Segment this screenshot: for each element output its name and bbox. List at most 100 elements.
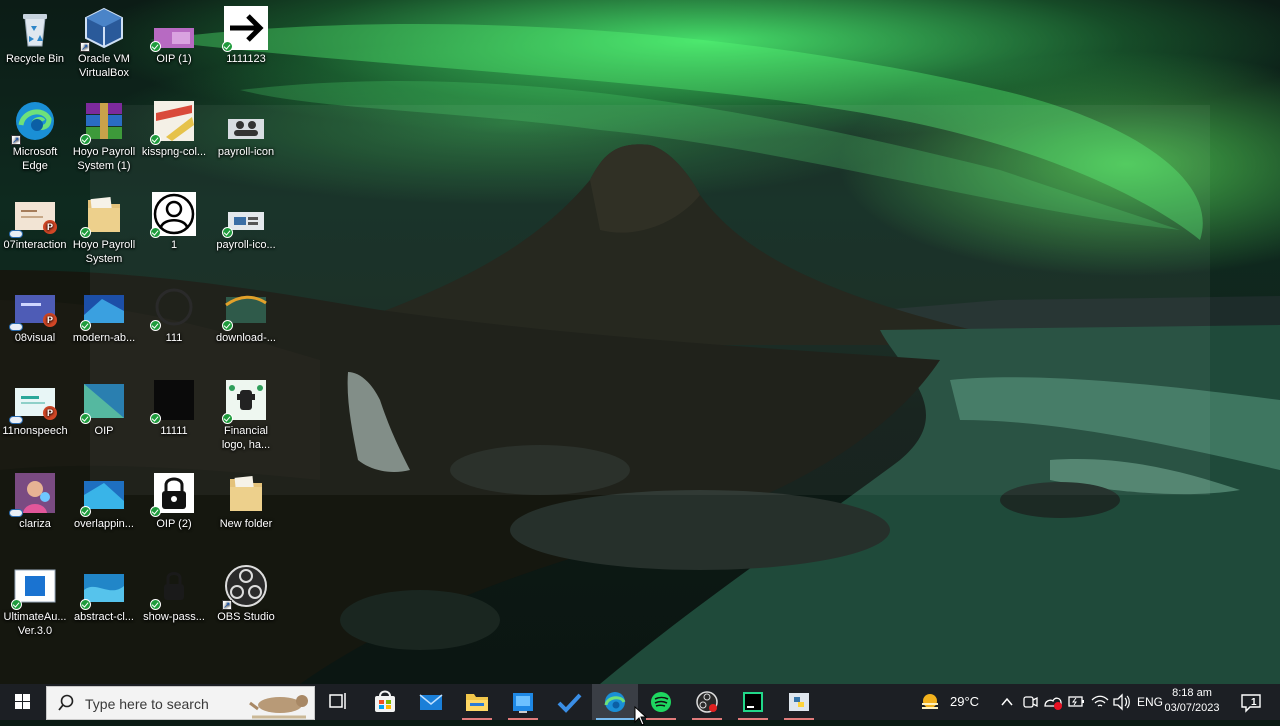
image-thumbnail-icon <box>80 285 126 331</box>
desktop-icon-overlappin[interactable]: overlappin... <box>68 471 140 531</box>
desktop-icon-11111[interactable]: 11111 <box>138 378 210 438</box>
desktop-icon-label: OIP (2) <box>156 518 192 530</box>
desktop-icon-1[interactable]: 1 <box>138 192 210 252</box>
obs-studio-icon <box>696 691 718 713</box>
desktop-icon-label: Hoyo Payroll System <box>72 239 136 265</box>
user-avatar-icon <box>150 192 196 238</box>
taskbar-clock[interactable]: 8:18 am 03/07/2023 <box>1160 686 1224 716</box>
desktop-icon-08visual[interactable]: P 08visual <box>0 285 71 345</box>
recycle-bin-icon <box>13 6 57 50</box>
desktop-icon-microsoft-edge[interactable]: Microsoft Edge <box>0 99 71 173</box>
taskbar-app-mail[interactable] <box>408 684 454 720</box>
desktop-icon-11nonspeech[interactable]: P 11nonspeech <box>0 378 71 438</box>
desktop-icon-label: 11111 <box>160 425 188 437</box>
desktop-icon-payroll-ico[interactable]: payroll-ico... <box>210 192 282 252</box>
tray-meet-now[interactable] <box>1020 684 1040 720</box>
desktop-icon-clariza[interactable]: clariza <box>0 471 71 531</box>
sync-status-icon <box>150 41 161 52</box>
desktop-icon-label: Oracle VM VirtualBox <box>78 53 130 79</box>
shortcut-arrow-icon <box>80 40 90 54</box>
python-icon <box>789 693 809 711</box>
taskbar-app-pycharm[interactable] <box>730 684 776 720</box>
sync-status-icon <box>222 413 233 424</box>
desktop-icon-modern-ab[interactable]: modern-ab... <box>68 285 140 345</box>
taskbar-app-file-explorer[interactable] <box>454 684 500 720</box>
desktop-icon-label: 08visual <box>14 332 56 344</box>
weather-temperature: 29°C <box>950 694 980 709</box>
cloud-status-icon <box>9 509 23 517</box>
desktop-icon-oip-2[interactable]: OIP (2) <box>138 471 210 531</box>
taskbar-app-todo[interactable] <box>546 684 592 720</box>
desktop-icon-label: 111 <box>165 332 183 344</box>
speaker-icon <box>1113 693 1130 711</box>
weather-widget[interactable]: 29°C <box>918 684 980 720</box>
desktop-icon-show-pass[interactable]: show-pass... <box>138 564 210 624</box>
desktop-icon-new-folder[interactable]: New folder <box>210 471 282 531</box>
wifi-icon <box>1091 695 1109 707</box>
sun-haze-icon <box>922 694 938 709</box>
taskbar-app-store[interactable] <box>362 684 408 720</box>
search-input[interactable] <box>83 694 247 714</box>
desktop-icon-oip-1[interactable]: OIP (1) <box>138 6 210 66</box>
taskbar-app-virtualbox[interactable] <box>500 684 546 720</box>
sync-status-icon <box>222 227 233 238</box>
desktop-icon-1111123[interactable]: 1111123 <box>210 6 282 66</box>
tray-wifi[interactable] <box>1088 684 1110 720</box>
desktop-icon-ultimateau[interactable]: UltimateAu... Ver.3.0 <box>0 564 71 638</box>
battery-charging-icon <box>1068 696 1084 707</box>
desktop-icon-recycle-bin[interactable]: Recycle Bin <box>0 6 71 66</box>
image-thumbnail-icon <box>80 471 126 517</box>
edge-icon <box>604 692 626 712</box>
tray-onedrive[interactable] <box>1042 684 1064 720</box>
sync-status-icon <box>150 134 161 145</box>
desktop-icon-07interaction[interactable]: P 07interaction <box>0 192 71 252</box>
sync-status-icon <box>80 227 91 238</box>
cloud-status-icon <box>9 323 23 331</box>
desktop-icon-label: Recycle Bin <box>5 53 65 65</box>
desktop-icon-financial-logo[interactable]: Financial logo, ha... <box>210 378 282 452</box>
onedrive-error-icon <box>1044 697 1062 710</box>
sync-status-icon <box>80 413 91 424</box>
obs-studio-icon <box>222 564 268 612</box>
taskbar-search-box[interactable] <box>46 686 315 720</box>
cloud-status-icon <box>9 416 23 424</box>
desktop-icon-label: 1111123 <box>226 53 266 65</box>
tray-volume[interactable] <box>1110 684 1132 720</box>
notification-center-button[interactable]: 1 <box>1236 684 1266 720</box>
desktop-icon-label: payroll-ico... <box>216 239 276 251</box>
desktop-icon-obs-studio[interactable]: OBS Studio <box>210 564 282 624</box>
arrow-image-icon <box>222 6 268 52</box>
search-icon <box>58 694 74 711</box>
taskbar-app-python[interactable] <box>776 684 822 720</box>
powerpoint-badge-icon: P <box>43 220 57 234</box>
desktop-icon-kisspng[interactable]: kisspng-col... <box>138 99 210 159</box>
cloud-status-icon <box>9 230 23 238</box>
sync-status-icon <box>222 320 233 331</box>
desktop-icon-oip[interactable]: OIP <box>68 378 140 438</box>
sync-status-icon <box>80 320 91 331</box>
task-view-button[interactable] <box>315 684 361 720</box>
taskbar-app-obs-studio[interactable] <box>684 684 730 720</box>
sync-status-icon <box>150 320 161 331</box>
tray-language[interactable]: ENG <box>1134 684 1163 720</box>
desktop-icon-abstract-cl[interactable]: abstract-cl... <box>68 564 140 624</box>
desktop-icon-virtualbox[interactable]: Oracle VM VirtualBox <box>68 6 140 80</box>
sync-status-icon <box>222 41 233 52</box>
tray-battery[interactable] <box>1066 684 1086 720</box>
search-highlight-image-icon <box>249 695 308 719</box>
desktop-icon-payroll-icon[interactable]: payroll-icon <box>210 99 282 159</box>
desktop-icon-hoyo-payroll-system[interactable]: Hoyo Payroll System <box>68 192 140 266</box>
show-hidden-icons-button[interactable] <box>998 684 1016 720</box>
desktop-icon-download[interactable]: download-... <box>210 285 282 345</box>
image-thumbnail-icon <box>150 6 196 52</box>
start-button[interactable] <box>0 684 45 720</box>
desktop-icon-label: New folder <box>219 518 273 530</box>
taskbar-app-edge[interactable] <box>592 684 638 720</box>
desktop-icon-label: OIP <box>94 425 114 437</box>
desktop-icon-hoyo-payroll-system-1[interactable]: Hoyo Payroll System (1) <box>68 99 140 173</box>
clock-time: 8:18 am <box>1172 687 1212 699</box>
virtualbox-icon <box>513 693 533 713</box>
desktop-icon-111[interactable]: 111 <box>138 285 210 345</box>
pycharm-icon <box>743 692 763 712</box>
desktop-icon-label: overlappin... <box>74 518 134 530</box>
